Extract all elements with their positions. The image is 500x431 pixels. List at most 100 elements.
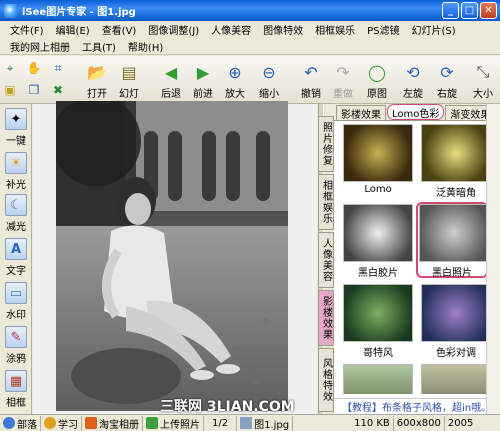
subtab-studio[interactable]: 影楼效果 [336, 105, 386, 121]
learn-icon [44, 417, 56, 429]
app-icon [4, 3, 18, 18]
fill-light-tool[interactable]: ☀ 补光 [0, 152, 32, 191]
main-toolbar: ⌖ ✋ ⌗ ▣ ❐ ✖ 📂 打开 ▤ 幻灯 ◀ 后退 ▶ 前进 ⊕ 放大 ⊖ 缩… [0, 56, 500, 104]
original-button[interactable]: ◯ 原图 [360, 58, 394, 102]
effect-thumbnails: Lomo 泛黄暗角 黑白胶片 黑白照片 哥特风 色彩对调 [336, 124, 498, 394]
menu-ps-filters[interactable]: PS滤镜 [361, 22, 405, 37]
effect-bw-film[interactable]: 黑白胶片 [342, 204, 414, 280]
menu-frames[interactable]: 相框娱乐 [309, 22, 361, 37]
thumb-caption: 黑白胶片 [358, 268, 398, 279]
maximize-button[interactable]: □ [461, 2, 478, 19]
open-button[interactable]: 📂 打开 [80, 58, 114, 102]
size-button[interactable]: ⤡ 大小 [466, 58, 500, 102]
copy-icon[interactable]: ❐ [26, 82, 42, 98]
rotate-right-label: 右旋 [437, 89, 457, 100]
reduce-light-tool[interactable]: ☾ 减光 [0, 194, 32, 233]
small-tool-group: ⌖ ✋ ⌗ ▣ ❐ ✖ [2, 58, 74, 102]
effect-next-2[interactable] [420, 364, 492, 394]
forward-button[interactable]: ▶ 前进 [186, 58, 220, 102]
effect-bw-photo[interactable]: 黑白照片 [416, 202, 489, 279]
close-button[interactable]: ✕ [480, 2, 497, 19]
forward-label: 前进 [193, 89, 213, 100]
thumb-next-image [421, 364, 491, 394]
effect-color-swap[interactable]: 色彩对调 [420, 284, 492, 360]
filename-label: 图1.jpg [254, 419, 290, 431]
tab-frames[interactable]: 相框娱乐 [318, 174, 334, 230]
thumb-caption: 哥特风 [363, 348, 393, 359]
rotate-left-icon: ⟲ [406, 62, 420, 82]
effect-yellow-vignette[interactable]: 泛黄暗角 [420, 124, 492, 200]
hand-tool-icon[interactable]: ✋ [26, 60, 42, 76]
rotate-right-button[interactable]: ⟳ 右旋 [430, 58, 464, 102]
select-tool-icon[interactable]: ⌖ [2, 60, 18, 76]
undo-icon: ↶ [304, 62, 318, 82]
fill-light-label: 补光 [6, 180, 26, 191]
frame-label: 相框 [6, 398, 26, 409]
crop-tool-icon[interactable]: ⌗ [50, 60, 66, 76]
menu-bar: 文件(F) 编辑(E) 查看(V) 图像调整(J) 人像美容 图像特效 相框娱乐… [0, 21, 500, 55]
main-photo[interactable] [56, 101, 288, 411]
minimize-button[interactable]: _ [442, 2, 459, 19]
thumb-caption: 色彩对调 [436, 348, 476, 359]
back-button[interactable]: ◀ 后退 [154, 58, 188, 102]
effects-scrollbar[interactable] [486, 104, 500, 414]
status-tribe-link[interactable]: 部落 [0, 415, 41, 431]
frame-tool[interactable]: ▦ 相框 [0, 370, 32, 409]
zoom-out-label: 缩小 [259, 89, 279, 100]
tab-style-effects[interactable]: 风格特效 [318, 348, 334, 412]
menu-edit[interactable]: 编辑(E) [50, 22, 96, 37]
thumb-gothic-image [343, 284, 413, 342]
tab-portrait-beauty[interactable]: 人像美容 [318, 232, 334, 288]
menu-online-album[interactable]: 我的网上相册 [4, 39, 76, 54]
status-learn-link[interactable]: 学习 [41, 415, 82, 431]
left-tool-panel: ✦ 一键 ☀ 补光 ☾ 减光 A 文字 ▭ 水印 ✎ 涂鸦 ▦ 相框 [0, 104, 32, 414]
menu-image-adjust[interactable]: 图像调整(J) [142, 22, 205, 37]
effect-lomo[interactable]: Lomo [342, 124, 414, 200]
status-upload-link[interactable]: 上传照片 [143, 415, 204, 431]
zoom-in-button[interactable]: ⊕ 放大 [218, 58, 252, 102]
one-click-tool[interactable]: ✦ 一键 [0, 108, 32, 147]
slideshow-button[interactable]: ▤ 幻灯 [112, 58, 146, 102]
grayscale-photo-illustration [56, 101, 288, 411]
title-bar: iSee图片专家 - 图1.jpg _ □ ✕ [0, 0, 500, 21]
delete-icon[interactable]: ✖ [50, 82, 66, 98]
category-tabs: 照片修复 相框娱乐 人像美容 影楼效果 风格特效 [318, 116, 334, 414]
menu-help[interactable]: 帮助(H) [122, 39, 169, 54]
menu-tools[interactable]: 工具(T) [76, 39, 122, 54]
menu-portrait-beauty[interactable]: 人像美容 [205, 22, 257, 37]
undo-button[interactable]: ↶ 撤销 [294, 58, 328, 102]
tutorial-tip[interactable]: 【教程】布条格子风格，超in哦。 [334, 398, 500, 414]
menu-image-effects[interactable]: 图像特效 [257, 22, 309, 37]
back-label: 后退 [161, 89, 181, 100]
taobao-label: 淘宝相册 [99, 419, 139, 431]
menu-slideshow[interactable]: 幻灯片(S) [406, 22, 462, 37]
zoom-out-button[interactable]: ⊖ 缩小 [252, 58, 286, 102]
watermark-label: 水印 [6, 310, 26, 321]
rotate-left-button[interactable]: ⟲ 左旋 [396, 58, 430, 102]
text-icon: A [5, 238, 27, 260]
album-icon [85, 417, 97, 429]
text-tool[interactable]: A 文字 [0, 238, 32, 277]
one-click-label: 一键 [6, 136, 26, 147]
menu-view[interactable]: 查看(V) [96, 22, 143, 37]
slideshow-label: 幻灯 [119, 89, 139, 100]
status-taobao-link[interactable]: 淘宝相册 [82, 415, 143, 431]
tab-studio-effects[interactable]: 影楼效果 [318, 290, 334, 346]
watermark-tool[interactable]: ▭ 水印 [0, 282, 32, 321]
status-bar: 部落 学习 淘宝相册 上传照片 1/2 图1.jpg 110 KB 600x80… [0, 414, 500, 431]
menu-file[interactable]: 文件(F) [4, 22, 50, 37]
file-icon [240, 417, 253, 429]
folder-small-icon[interactable]: ▣ [2, 82, 18, 98]
thumb-color-swap-image [421, 284, 491, 342]
reduce-light-icon: ☾ [5, 194, 27, 216]
effect-next-1[interactable] [342, 364, 414, 394]
open-label: 打开 [87, 89, 107, 100]
effect-gothic[interactable]: 哥特风 [342, 284, 414, 360]
frame-icon: ▦ [5, 370, 27, 392]
tab-photo-repair[interactable]: 照片修复 [318, 116, 334, 172]
redo-button[interactable]: ↷ 重做 [326, 58, 360, 102]
doodle-label: 涂鸦 [6, 354, 26, 365]
doodle-tool[interactable]: ✎ 涂鸦 [0, 326, 32, 365]
subtab-lomo[interactable]: Lomo色彩 [387, 104, 445, 120]
size-label: 大小 [473, 89, 493, 100]
